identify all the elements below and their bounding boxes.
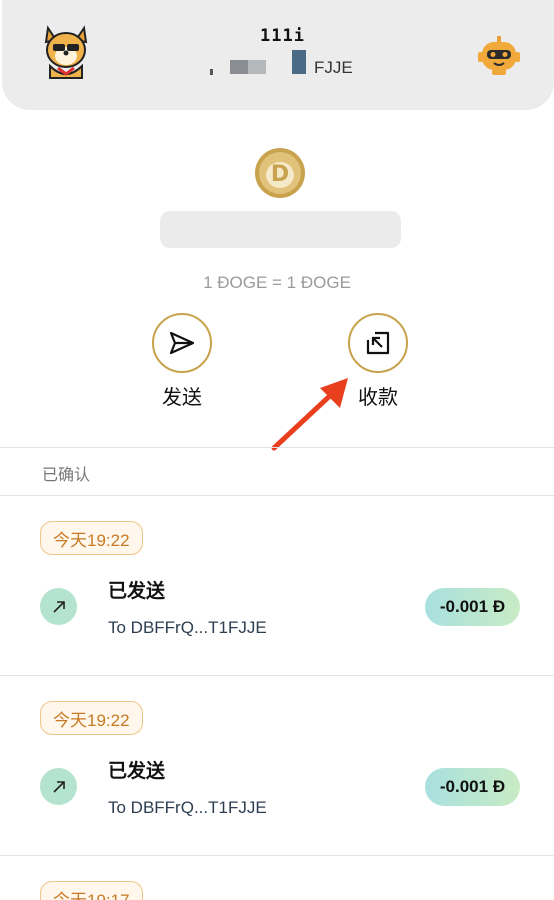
transaction-recipient: To DBFFrQ...T1FJJE — [108, 618, 267, 637]
exchange-rate: 1 ÐOGE = 1 ÐOGE — [203, 273, 351, 292]
wallet-address[interactable]: FJJE — [208, 50, 368, 78]
outgoing-arrow-icon — [40, 768, 77, 805]
address-blur — [292, 50, 306, 74]
transaction-date: 今天19:22 — [40, 701, 143, 735]
outgoing-arrow-icon — [40, 588, 77, 625]
transaction-title: 已发送 — [108, 580, 166, 602]
transaction-amount: -0.001 Đ — [425, 588, 520, 626]
header: 111i FJJE — [2, 0, 554, 110]
doge-avatar-icon[interactable] — [40, 22, 92, 80]
send-icon[interactable] — [152, 313, 212, 373]
robot-icon[interactable] — [478, 36, 520, 76]
transaction-amount: -0.001 Đ — [425, 768, 520, 806]
address-blur — [230, 60, 248, 74]
address-blur — [210, 69, 213, 75]
address-blur — [248, 60, 266, 74]
transaction-item[interactable]: 今天19:22 已发送 To DBFFrQ...T1FJJE -0.001 Đ — [0, 676, 554, 856]
balance-placeholder — [160, 211, 401, 248]
section-label-confirmed: 已确认 — [42, 465, 91, 484]
dogecoin-icon: D — [254, 147, 306, 199]
transaction-item[interactable]: 今天19:17 — [0, 856, 554, 900]
transaction-title: 已发送 — [108, 760, 166, 782]
send-button[interactable]: 发送 — [151, 313, 213, 410]
divider — [0, 447, 554, 448]
receive-icon[interactable] — [348, 313, 408, 373]
transaction-date: 今天19:22 — [40, 521, 143, 555]
address-tail: FJJE — [314, 58, 353, 77]
transaction-item[interactable]: 今天19:22 已发送 To DBFFrQ...T1FJJE -0.001 Đ — [0, 496, 554, 676]
transaction-recipient: To DBFFrQ...T1FJJE — [108, 798, 267, 817]
send-label: 发送 — [162, 385, 202, 409]
address-top: 111i — [260, 26, 305, 46]
transaction-date: 今天19:17 — [40, 881, 143, 900]
svg-text:D: D — [271, 162, 289, 187]
